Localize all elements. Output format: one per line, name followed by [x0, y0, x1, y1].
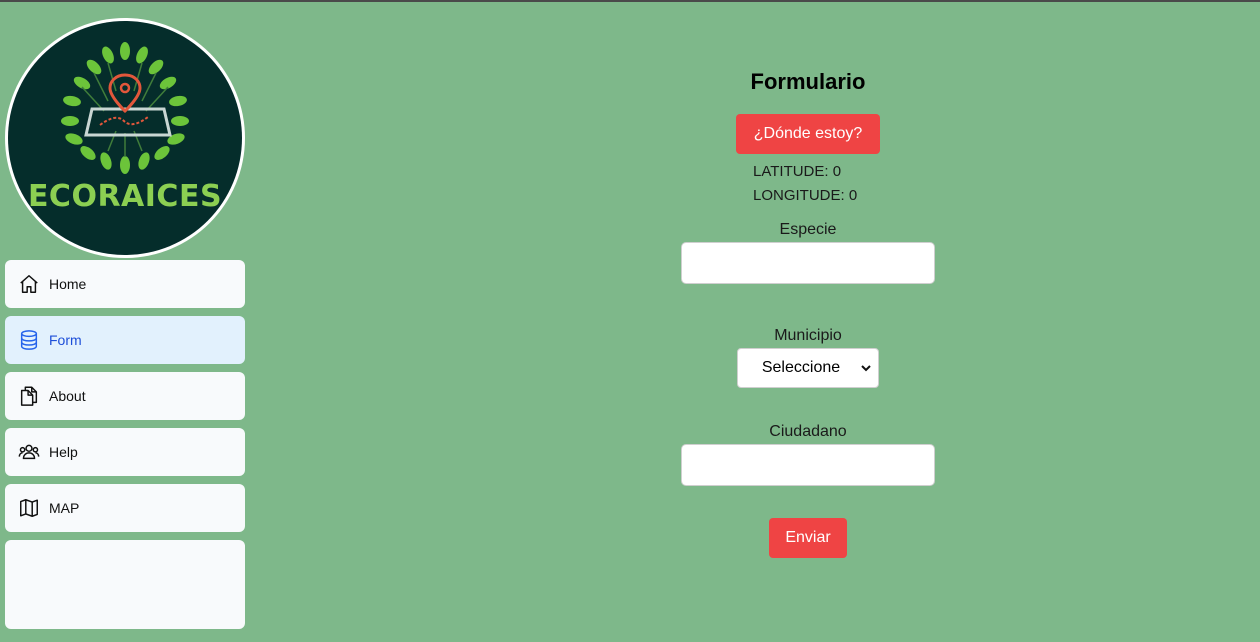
sidebar-item-label: Form [49, 332, 82, 348]
citizen-input[interactable] [681, 444, 935, 486]
chevron-down-icon [861, 365, 871, 372]
page-title: Formulario [750, 69, 866, 94]
sidebar-item-label: Home [49, 276, 87, 292]
logo-badge: ECORAICES [8, 21, 242, 255]
sidebar-nav: Home Form About Help MAP [5, 260, 245, 629]
sidebar-item-map[interactable]: MAP [5, 484, 245, 532]
species-label: Especie [779, 221, 837, 238]
sidebar-item-about[interactable]: About [5, 372, 245, 420]
map-icon [18, 497, 40, 519]
species-input[interactable] [681, 242, 935, 284]
longitude-text: LONGITUDE: 0 [753, 187, 858, 204]
municipality-selected-value: Seleccione [761, 359, 841, 376]
sidebar-item-label: Help [49, 444, 78, 460]
documents-icon [18, 385, 40, 407]
logo-tree-map-icon [61, 42, 189, 174]
citizen-label: Ciudadano [769, 423, 847, 440]
municipality-select[interactable]: Seleccione [737, 348, 879, 388]
locate-button[interactable]: ¿Dónde estoy? [736, 114, 880, 154]
sidebar-item-form[interactable]: Form [5, 316, 245, 364]
users-icon [18, 441, 40, 463]
sidebar-item-label: About [49, 388, 86, 404]
sidebar-item-help[interactable]: Help [5, 428, 245, 476]
database-icon [18, 329, 40, 351]
sidebar-item-home[interactable]: Home [5, 260, 245, 308]
sidebar-item-label: MAP [49, 500, 80, 516]
form-panel: Formulario ¿Dónde estoy? LATITUDE: 0 LON… [600, 64, 1016, 558]
home-icon [18, 273, 40, 295]
latitude-text: LATITUDE: 0 [753, 163, 842, 180]
coordinates: LATITUDE: 0 LONGITUDE: 0 [600, 160, 1016, 208]
submit-button[interactable]: Enviar [769, 518, 847, 558]
logo-text: ECORAICES [27, 179, 223, 214]
sidebar: ECORAICES Home Form About Help MAP [5, 18, 245, 629]
sidebar-empty-panel [5, 540, 245, 629]
municipality-label: Municipio [774, 327, 842, 344]
logo: ECORAICES [5, 18, 245, 258]
